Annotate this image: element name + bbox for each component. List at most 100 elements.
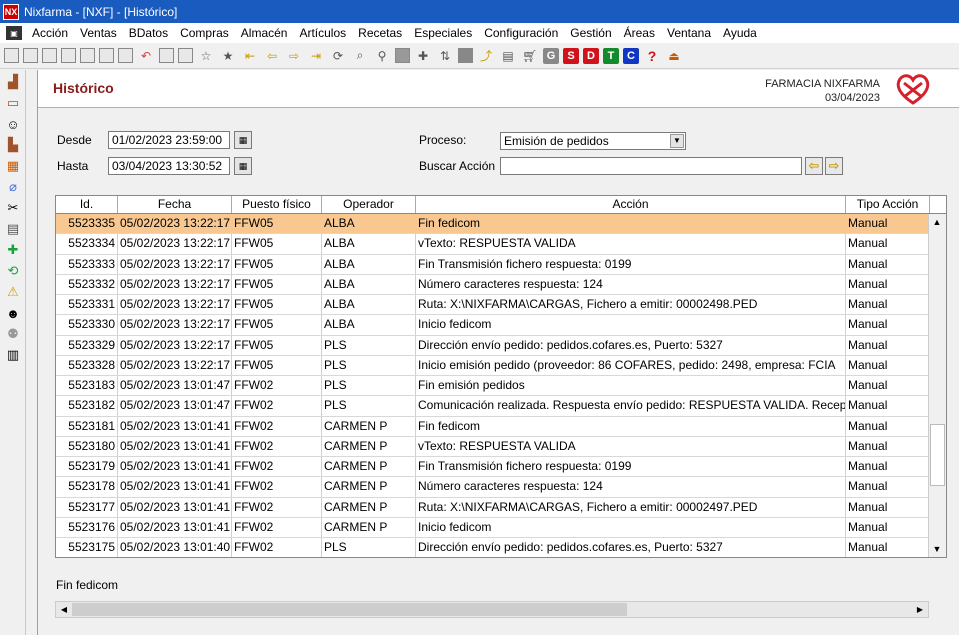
scroll-left-icon[interactable]: ◀ [56,602,72,617]
card-icon[interactable]: ▭ [4,94,22,112]
horizontal-scrollbar[interactable]: ◀ ▶ [55,601,929,618]
buscar-accion-input[interactable] [500,157,802,175]
warning-icon[interactable]: ⚠ [4,283,22,301]
table-row[interactable]: 5523333 05/02/2023 13:22:17 FFW05 ALBA Fin T… [56,254,946,275]
horizontal-scroll-thumb[interactable] [72,603,627,616]
cancel-record-icon[interactable] [118,48,133,63]
desde-calendar-icon[interactable]: ▦ [234,131,252,149]
help-icon[interactable]: ? [643,47,661,65]
tools-icon[interactable]: ✂ [4,199,22,217]
search-previous-icon[interactable]: ⇦ [805,157,823,175]
menu-ventas[interactable]: Ventas [74,26,123,40]
refresh-icon[interactable]: ⟳ [329,47,347,65]
vertical-scroll-thumb[interactable] [930,424,945,486]
users-icon[interactable]: ☻ [4,304,22,322]
menu-ayuda[interactable]: Ayuda [717,26,763,40]
query-icon[interactable] [178,48,193,63]
column-header-fecha[interactable]: Fecha [118,196,232,213]
print-icon[interactable]: ▤ [499,47,517,65]
t-icon[interactable]: T [603,47,619,64]
table-row[interactable]: 5523183 05/02/2023 13:01:47 FFW02 PLS Fin em… [56,376,946,397]
table-row[interactable]: 5523175 05/02/2023 13:01:40 FFW02 PLS Direcc… [56,538,946,557]
next-record-icon[interactable]: ⇨ [285,47,303,65]
star-outline-icon[interactable]: ☆ [197,47,215,65]
table-row[interactable]: 5523335 05/02/2023 13:22:17 FFW05 ALBA Fin f… [56,214,946,235]
last-record-icon[interactable]: ⇥ [307,47,325,65]
column-header-tipo-accion[interactable]: Tipo Acción [846,196,930,213]
search-icon[interactable]: ⌕ [351,47,369,65]
register-icon[interactable]: ▤ [4,220,22,238]
groups-icon[interactable]: ⚉ [4,325,22,343]
undo-icon[interactable]: ↶ [137,47,155,65]
add-icon[interactable]: ✚ [4,241,22,259]
mdi-window-icon[interactable]: ▣ [6,26,22,40]
table-row[interactable]: 5523176 05/02/2023 13:01:41 FFW02 CARMEN PI… [56,517,946,538]
table-row[interactable]: 5523329 05/02/2023 13:22:17 FFW05 PLS Direcc… [56,335,946,356]
filter-icon[interactable] [159,48,174,63]
copy-record-icon[interactable] [42,48,57,63]
desde-field[interactable]: 01/02/2023 23:59:00 [108,131,230,149]
export-icon[interactable]: ⤴ [477,47,495,65]
recycle-icon[interactable]: ⟲ [4,262,22,280]
table-row[interactable]: 5523332 05/02/2023 13:22:17 FFW05 ALBA Númer… [56,274,946,295]
table-row[interactable]: 5523182 05/02/2023 13:01:47 FFW02 PLS Comuni… [56,396,946,417]
save-record-icon[interactable] [80,48,95,63]
add-item-icon[interactable]: ✚ [414,47,432,65]
table-row[interactable]: 5523331 05/02/2023 13:22:17 FFW05 ALBA Ruta:… [56,295,946,316]
scroll-right-icon[interactable]: ▶ [912,602,928,617]
table-row[interactable]: 5523180 05/02/2023 13:01:41 FFW02 CARMEN Pv… [56,436,946,457]
hasta-calendar-icon[interactable]: ▦ [234,157,252,175]
search-next-icon[interactable]: ⇨ [825,157,843,175]
previous-record-icon[interactable]: ⇦ [263,47,281,65]
menu-compras[interactable]: Compras [174,26,235,40]
new-record-icon[interactable] [4,48,19,63]
table-row[interactable]: 5523181 05/02/2023 13:01:41 FFW02 CARMEN PF… [56,416,946,437]
menu-configuracion[interactable]: Configuración [478,26,564,40]
table-row[interactable]: 5523334 05/02/2023 13:22:17 FFW05 ALBA vText… [56,234,946,255]
menu-bdatos[interactable]: BDatos [123,26,174,40]
table-row[interactable]: 5523179 05/02/2023 13:01:41 FFW02 CARMEN PF… [56,457,946,478]
column-header-puesto[interactable]: Puesto físico [232,196,322,213]
column-header-operador[interactable]: Operador [322,196,416,213]
chevron-down-icon[interactable]: ▼ [670,134,684,148]
check-record-icon[interactable] [99,48,114,63]
proceso-select[interactable]: Emisión de pedidos ▼ [500,132,686,150]
menu-areas[interactable]: Áreas [618,26,661,40]
hasta-field[interactable]: 03/04/2023 13:30:52 [108,157,230,175]
first-record-icon[interactable]: ⇤ [241,47,259,65]
table-row[interactable]: 5523178 05/02/2023 13:01:41 FFW02 CARMEN PN… [56,477,946,498]
scroll-up-icon[interactable]: ▲ [929,214,945,230]
menu-accion[interactable]: Acción [26,26,74,40]
delete-record-icon[interactable] [61,48,76,63]
star-icon[interactable]: ★ [219,47,237,65]
s-icon[interactable]: S [563,47,579,64]
vertical-scrollbar[interactable]: ▲ ▼ [928,214,946,557]
stop-icon[interactable] [458,48,473,63]
cart-icon[interactable]: 🛒︎ [521,47,539,65]
pin-icon[interactable]: ⚲ [373,47,391,65]
column-header-id[interactable]: Id. [56,196,118,213]
store-icon[interactable]: ▦ [4,157,22,175]
column-header-accion[interactable]: Acción [416,196,846,213]
table-row[interactable]: 5523330 05/02/2023 13:22:17 FFW05 ALBA Inici… [56,315,946,336]
sort-icon[interactable]: ⇅ [436,47,454,65]
menu-especiales[interactable]: Especiales [408,26,478,40]
barcode-icon[interactable]: ▥ [4,346,22,364]
scroll-down-icon[interactable]: ▼ [929,541,945,557]
menu-gestion[interactable]: Gestión [564,26,617,40]
edit-record-icon[interactable] [23,48,38,63]
g-icon[interactable]: G [543,47,559,64]
exit-icon[interactable]: ⏏ [665,47,683,65]
menu-recetas[interactable]: Recetas [352,26,408,40]
block-icon[interactable] [395,48,410,63]
table-row[interactable]: 5523328 05/02/2023 13:22:17 FFW05 PLS Inicio… [56,355,946,376]
basket-icon[interactable]: ▙ [4,136,22,154]
d-icon[interactable]: D [583,47,599,64]
c-icon[interactable]: C [623,47,639,64]
medicine-icon[interactable]: ⌀ [4,178,22,196]
menu-ventana[interactable]: Ventana [661,26,717,40]
customer-icon[interactable]: ☺ [4,115,22,133]
table-row[interactable]: 5523177 05/02/2023 13:01:41 FFW02 CARMEN PR… [56,497,946,518]
sales-icon[interactable]: ▟ [4,73,22,91]
menu-almacen[interactable]: Almacén [235,26,294,40]
